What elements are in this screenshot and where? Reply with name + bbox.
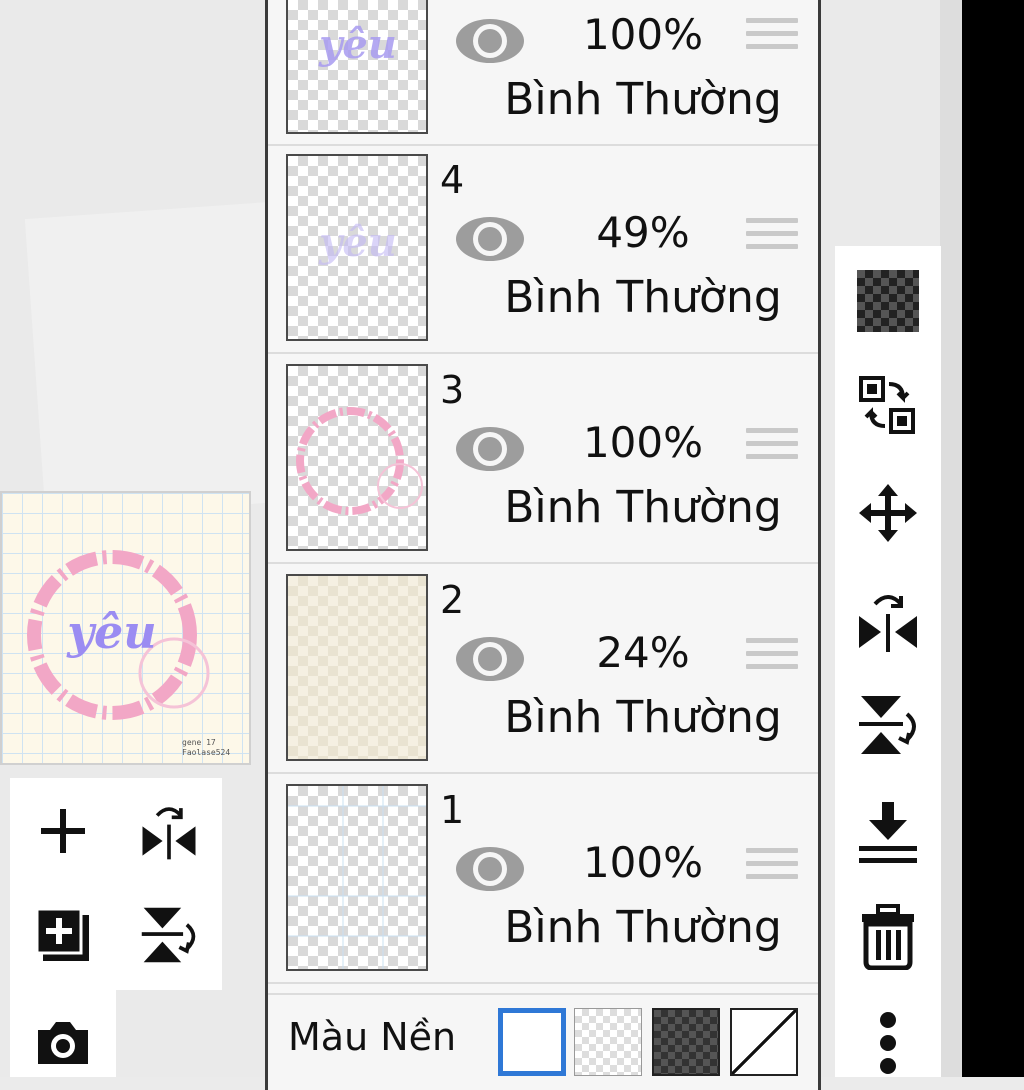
layers-panel: yêu 100% Bình Thường yêu 4 49% Bình Thườ… xyxy=(265,0,821,1090)
layer-blend-mode[interactable]: Bình Thường xyxy=(478,272,808,323)
drag-handle-icon[interactable] xyxy=(746,428,798,472)
layer-number: 2 xyxy=(440,578,465,622)
layer-opacity[interactable]: 100% xyxy=(568,10,718,59)
drag-handle-icon[interactable] xyxy=(746,638,798,682)
layer-blend-mode[interactable]: Bình Thường xyxy=(478,692,808,743)
layer-number: 4 xyxy=(440,158,465,202)
more-vertical-icon[interactable] xyxy=(853,1008,923,1078)
move-icon[interactable] xyxy=(853,478,923,548)
layer-blend-mode[interactable]: Bình Thường xyxy=(478,74,808,125)
bg-none-swatch[interactable] xyxy=(730,1008,798,1076)
visibility-eye-icon[interactable] xyxy=(453,424,527,474)
layer-number: 1 xyxy=(440,788,465,832)
background-label: Màu Nền xyxy=(288,1015,457,1059)
layer-row[interactable]: 2 24% Bình Thường xyxy=(268,566,818,774)
drag-handle-icon[interactable] xyxy=(746,18,798,62)
flip-horizontal-icon[interactable] xyxy=(136,798,202,864)
background-color-row: Màu Nền xyxy=(268,993,818,1085)
layer-thumbnail[interactable]: yêu xyxy=(286,154,428,341)
left-toolbar xyxy=(10,778,222,990)
camera-icon[interactable] xyxy=(30,1010,96,1076)
canvas-preview[interactable]: yêu gene 17 Faolase524 xyxy=(0,491,251,765)
layer-thumbnail[interactable] xyxy=(286,364,428,551)
screen-edge xyxy=(962,0,1024,1077)
layer-thumbnail[interactable] xyxy=(286,784,428,971)
transparency-lock-icon[interactable] xyxy=(853,266,923,336)
layer-opacity[interactable]: 100% xyxy=(568,838,718,887)
camera-toolbar xyxy=(10,990,116,1077)
layer-blend-mode[interactable]: Bình Thường xyxy=(478,482,808,533)
layer-thumbnail[interactable]: yêu xyxy=(286,0,428,134)
flip-vertical-icon[interactable] xyxy=(136,902,202,968)
scrollbar-track[interactable] xyxy=(940,0,962,1077)
layer-row[interactable]: 3 100% Bình Thường xyxy=(268,356,818,564)
trash-icon[interactable] xyxy=(853,902,923,972)
visibility-eye-icon[interactable] xyxy=(453,634,527,684)
merge-down-icon[interactable] xyxy=(853,798,923,868)
add-layer-icon[interactable] xyxy=(30,798,96,864)
drag-handle-icon[interactable] xyxy=(746,218,798,262)
thumb-text: yêu xyxy=(318,219,397,266)
layer-thumbnail[interactable] xyxy=(286,574,428,761)
visibility-eye-icon[interactable] xyxy=(453,16,527,66)
visibility-eye-icon[interactable] xyxy=(453,214,527,264)
bg-white-swatch[interactable] xyxy=(498,1008,566,1076)
layer-row[interactable]: 1 100% Bình Thường xyxy=(268,776,818,984)
right-toolbar xyxy=(835,246,941,1077)
flip-vertical-icon[interactable] xyxy=(853,690,923,760)
flip-horizontal-icon[interactable] xyxy=(853,586,923,656)
layer-opacity[interactable]: 24% xyxy=(568,628,718,677)
layer-blend-mode[interactable]: Bình Thường xyxy=(478,902,808,953)
preview-text: yêu xyxy=(66,605,156,659)
canvas-paper xyxy=(24,201,296,519)
layer-opacity[interactable]: 49% xyxy=(568,208,718,257)
layer-row[interactable]: yêu 100% Bình Thường xyxy=(268,0,818,146)
visibility-eye-icon[interactable] xyxy=(453,844,527,894)
add-layer-copy-icon[interactable] xyxy=(30,902,96,968)
bg-transparent-swatch[interactable] xyxy=(574,1008,642,1076)
layer-number: 3 xyxy=(440,368,465,412)
preview-artwork: yêu gene 17 Faolase524 xyxy=(27,550,230,757)
layer-opacity[interactable]: 100% xyxy=(568,418,718,467)
thumb-text: yêu xyxy=(318,21,397,68)
layer-row[interactable]: yêu 4 49% Bình Thường xyxy=(268,146,818,354)
preview-signature-line2: Faolase524 xyxy=(182,748,230,757)
preview-signature: gene 17 xyxy=(182,738,216,747)
bg-dark-checker-swatch[interactable] xyxy=(652,1008,720,1076)
drag-handle-icon[interactable] xyxy=(746,848,798,892)
swap-layers-icon[interactable] xyxy=(853,370,923,440)
